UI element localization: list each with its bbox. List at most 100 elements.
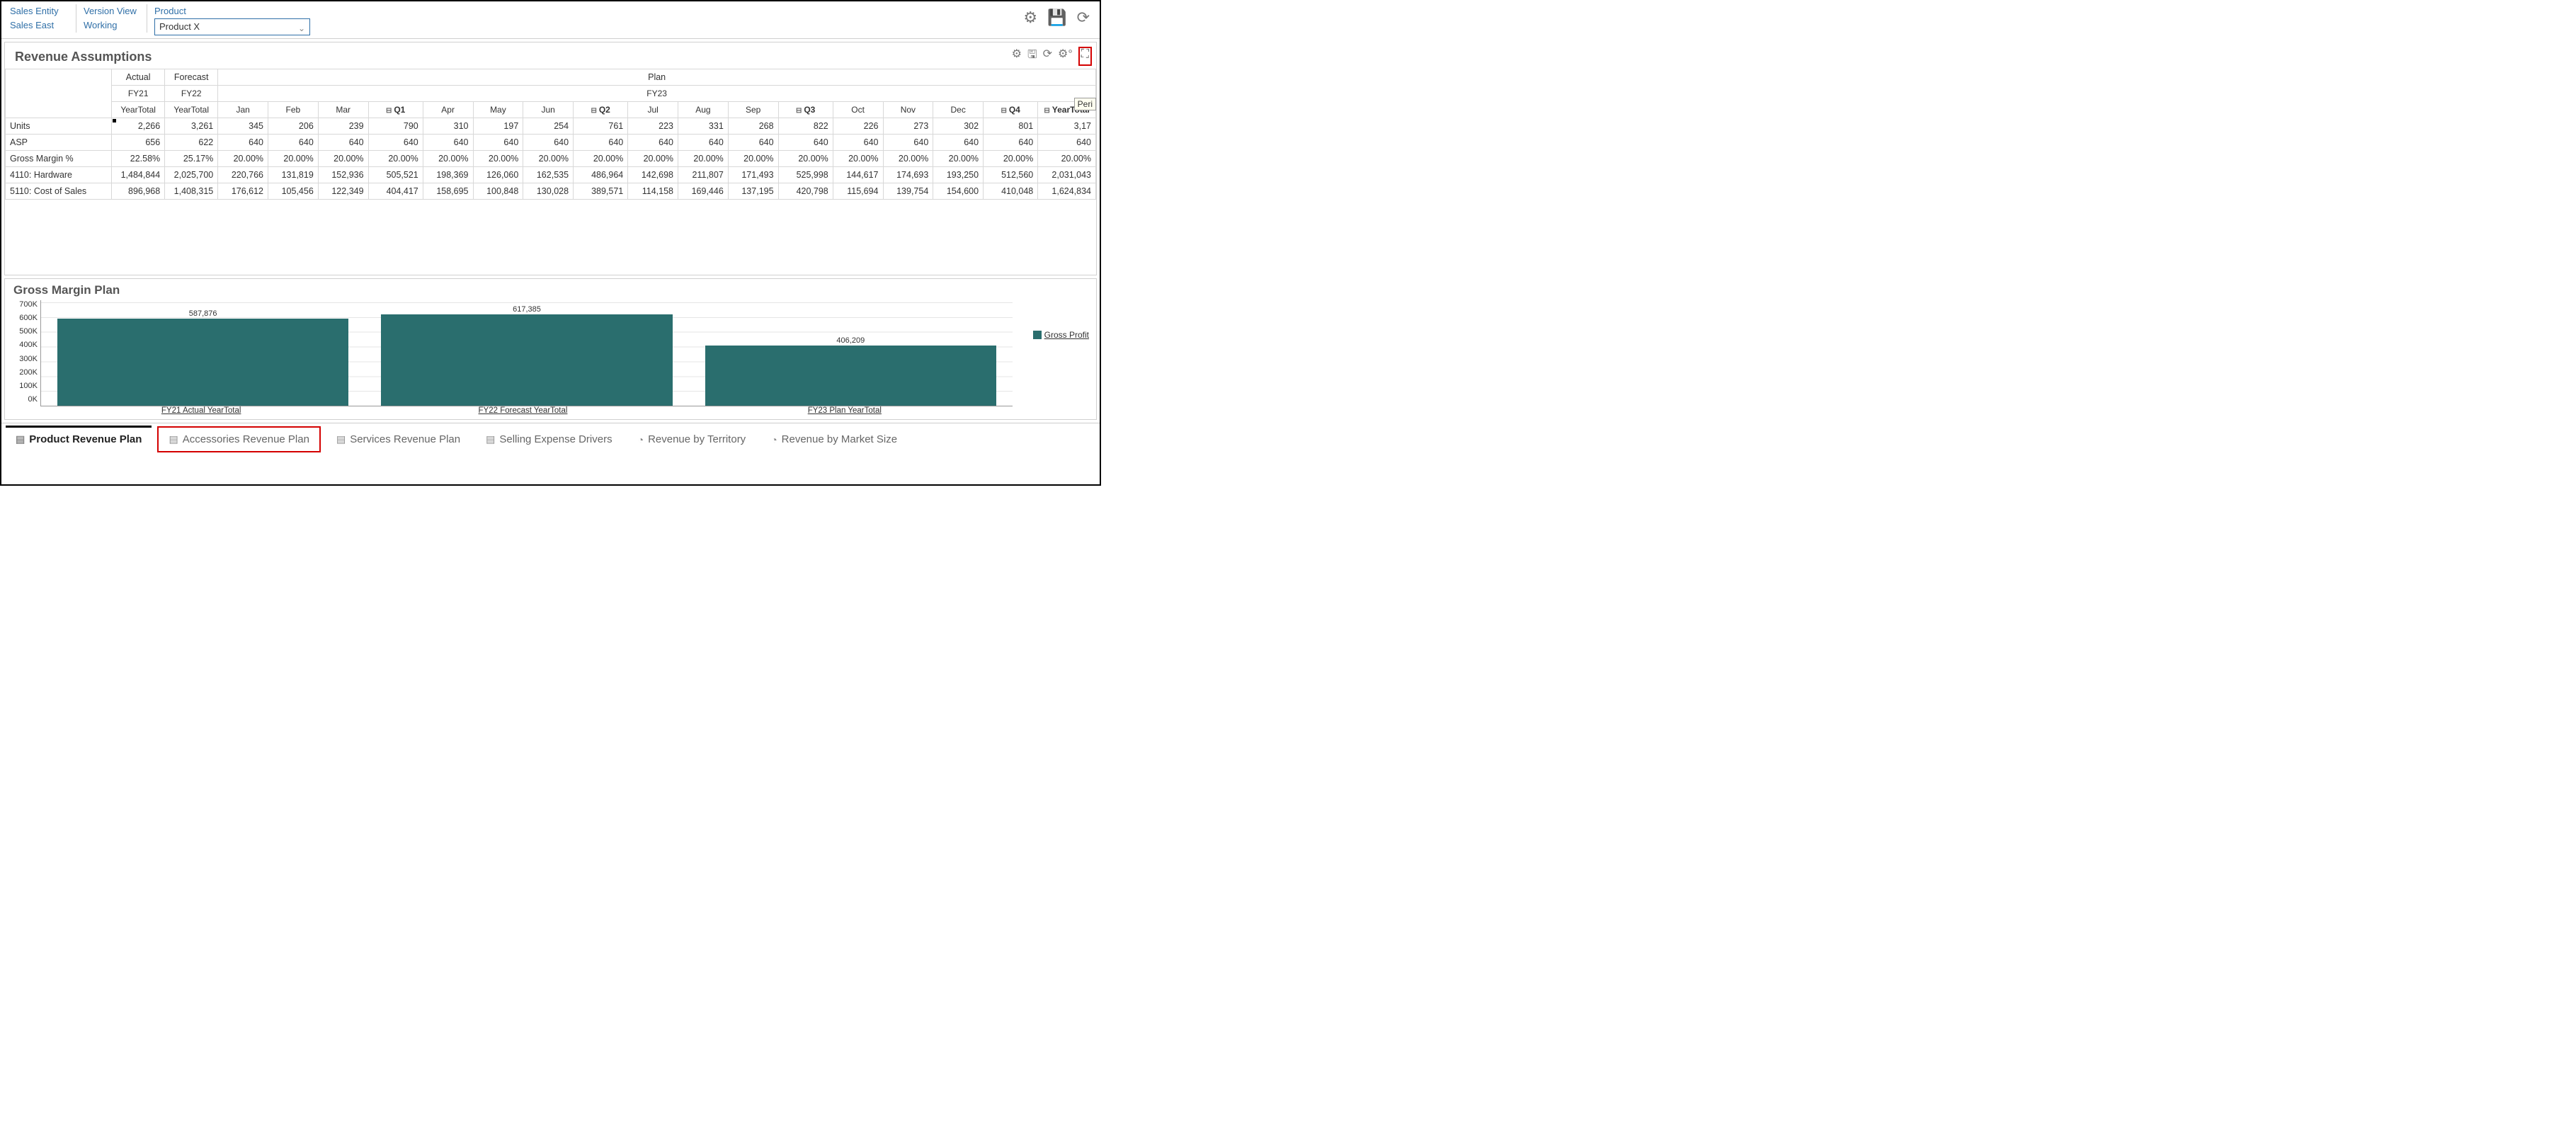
row-header[interactable]: 4110: Hardware <box>6 167 112 183</box>
grid-cell[interactable]: 206 <box>268 118 319 135</box>
grid-cell[interactable]: 158,695 <box>423 183 473 200</box>
grid-cell[interactable]: 622 <box>165 135 218 151</box>
panel-save-icon[interactable]: 🖫 <box>1027 47 1037 66</box>
row-header[interactable]: Gross Margin % <box>6 151 112 167</box>
panel-refresh-icon[interactable]: ⟳ <box>1043 47 1052 66</box>
chart-legend[interactable]: Gross Profit <box>1033 330 1089 340</box>
grid-cell[interactable]: 115,694 <box>833 183 883 200</box>
grid-cell[interactable]: 130,028 <box>523 183 574 200</box>
grid-cell[interactable]: 640 <box>984 135 1038 151</box>
grid-cell[interactable]: 176,612 <box>218 183 268 200</box>
grid-cell[interactable]: 345 <box>218 118 268 135</box>
grid-cell[interactable]: 801 <box>984 118 1038 135</box>
grid-cell[interactable]: 410,048 <box>984 183 1038 200</box>
grid-cell[interactable]: 139,754 <box>883 183 933 200</box>
grid-cell[interactable]: 331 <box>678 118 729 135</box>
grid-cell[interactable]: 268 <box>728 118 778 135</box>
grid-cell[interactable]: 512,560 <box>984 167 1038 183</box>
grid-cell[interactable]: 2,266 <box>112 118 165 135</box>
tab-accessories-revenue-plan[interactable]: ▤Accessories Revenue Plan <box>157 426 321 452</box>
grid-cell[interactable]: 193,250 <box>933 167 984 183</box>
grid-cell[interactable]: 154,600 <box>933 183 984 200</box>
grid-cell[interactable]: 486,964 <box>574 167 628 183</box>
tab-revenue-by-market-size[interactable]: ◔Revenue by Market Size <box>761 428 907 451</box>
grid-cell[interactable]: 171,493 <box>728 167 778 183</box>
grid-cell[interactable]: 20.00% <box>728 151 778 167</box>
grid-cell[interactable]: 20.00% <box>268 151 319 167</box>
grid-cell[interactable]: 20.00% <box>984 151 1038 167</box>
grid-cell[interactable]: 505,521 <box>368 167 423 183</box>
settings-icon[interactable]: ⚙ <box>1023 8 1037 27</box>
revenue-grid[interactable]: Actual Forecast Plan FY21 FY22 FY23 Year… <box>5 69 1096 200</box>
grid-cell[interactable]: 22.58% <box>112 151 165 167</box>
grid-cell[interactable]: 20.00% <box>423 151 473 167</box>
grid-cell[interactable]: 640 <box>1038 135 1096 151</box>
tab-services-revenue-plan[interactable]: ▤Services Revenue Plan <box>326 428 470 451</box>
grid-cell[interactable]: 640 <box>574 135 628 151</box>
grid-cell[interactable]: 20.00% <box>678 151 729 167</box>
grid-cell[interactable]: 105,456 <box>268 183 319 200</box>
grid-cell[interactable]: 20.00% <box>883 151 933 167</box>
grid-cell[interactable]: 142,698 <box>628 167 678 183</box>
grid-cell[interactable]: 20.00% <box>833 151 883 167</box>
grid-cell[interactable]: 640 <box>318 135 368 151</box>
pov-entity[interactable]: Sales Entity Sales East <box>6 4 76 33</box>
refresh-icon[interactable]: ⟳ <box>1077 8 1090 27</box>
collapse-icon[interactable]: ⊟ <box>591 107 596 115</box>
grid-cell[interactable]: 761 <box>574 118 628 135</box>
grid-cell[interactable]: 144,617 <box>833 167 883 183</box>
panel-settings-icon[interactable]: ⚙ <box>1012 47 1022 66</box>
product-select[interactable]: Product X ⌄ <box>154 18 310 35</box>
grid-cell[interactable]: 640 <box>728 135 778 151</box>
grid-cell[interactable]: 152,936 <box>318 167 368 183</box>
grid-cell[interactable]: 223 <box>628 118 678 135</box>
grid-cell[interactable]: 525,998 <box>778 167 833 183</box>
grid-cell[interactable]: 226 <box>833 118 883 135</box>
grid-cell[interactable]: 640 <box>523 135 574 151</box>
collapse-icon[interactable]: ⊟ <box>1044 107 1049 115</box>
grid-cell[interactable]: 896,968 <box>112 183 165 200</box>
grid-cell[interactable]: 20.00% <box>574 151 628 167</box>
tab-product-revenue-plan[interactable]: ▤Product Revenue Plan <box>6 426 152 451</box>
grid-cell[interactable]: 122,349 <box>318 183 368 200</box>
tab-selling-expense-drivers[interactable]: ▤Selling Expense Drivers <box>476 428 622 451</box>
grid-cell[interactable]: 169,446 <box>678 183 729 200</box>
grid-cell[interactable]: 389,571 <box>574 183 628 200</box>
collapse-icon[interactable]: ⊟ <box>796 107 802 115</box>
grid-cell[interactable]: 640 <box>473 135 523 151</box>
grid-cell[interactable]: 25.17% <box>165 151 218 167</box>
grid-cell[interactable]: 640 <box>678 135 729 151</box>
tab-revenue-by-territory[interactable]: ◔Revenue by Territory <box>628 428 756 451</box>
chart-bar[interactable]: 617,385 <box>381 305 673 406</box>
grid-cell[interactable]: 1,484,844 <box>112 167 165 183</box>
chart-bar[interactable]: 587,876 <box>57 309 349 406</box>
grid-cell[interactable]: 656 <box>112 135 165 151</box>
colhdr-q1[interactable]: ⊟Q1 <box>368 102 423 118</box>
row-header[interactable]: 5110: Cost of Sales <box>6 183 112 200</box>
grid-cell[interactable]: 640 <box>883 135 933 151</box>
grid-cell[interactable]: 640 <box>218 135 268 151</box>
colhdr-q3[interactable]: ⊟Q3 <box>778 102 833 118</box>
collapse-icon[interactable]: ⊟ <box>386 107 392 115</box>
grid-cell[interactable]: 3,17 <box>1038 118 1096 135</box>
grid-cell[interactable]: 640 <box>778 135 833 151</box>
grid-cell[interactable]: 822 <box>778 118 833 135</box>
grid-cell[interactable]: 790 <box>368 118 423 135</box>
grid-cell[interactable]: 20.00% <box>318 151 368 167</box>
grid-cell[interactable]: 20.00% <box>523 151 574 167</box>
grid-cell[interactable]: 640 <box>628 135 678 151</box>
grid-cell[interactable]: 197 <box>473 118 523 135</box>
colhdr-q2[interactable]: ⊟Q2 <box>574 102 628 118</box>
grid-cell[interactable]: 3,261 <box>165 118 218 135</box>
save-icon[interactable]: 💾 <box>1047 8 1066 27</box>
row-header[interactable]: Units <box>6 118 112 135</box>
grid-cell[interactable]: 310 <box>423 118 473 135</box>
chart-bar[interactable]: 406,209 <box>705 336 997 406</box>
grid-cell[interactable]: 20.00% <box>473 151 523 167</box>
grid-cell[interactable]: 640 <box>268 135 319 151</box>
grid-cell[interactable]: 20.00% <box>1038 151 1096 167</box>
grid-cell[interactable]: 1,408,315 <box>165 183 218 200</box>
grid-cell[interactable]: 220,766 <box>218 167 268 183</box>
grid-cell[interactable]: 20.00% <box>778 151 833 167</box>
grid-cell[interactable]: 273 <box>883 118 933 135</box>
